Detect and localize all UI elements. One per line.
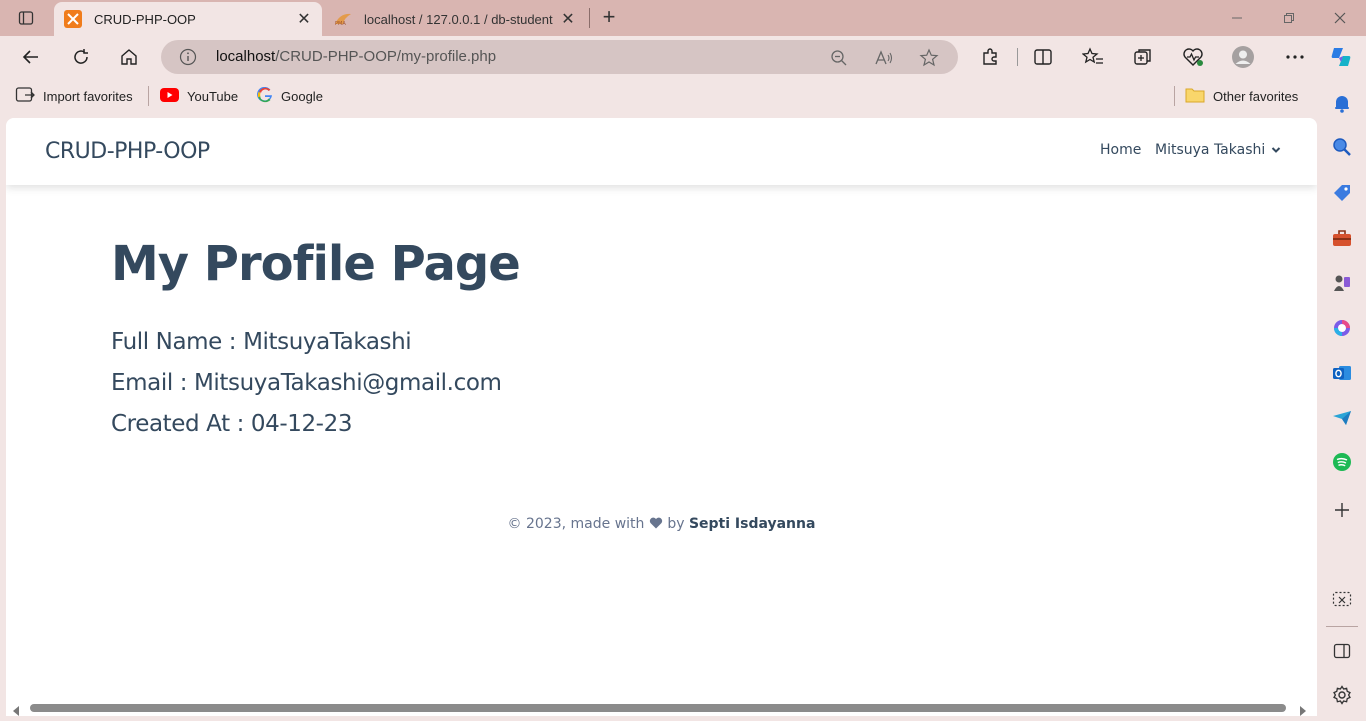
screenshot-icon[interactable] bbox=[1330, 588, 1354, 612]
folder-icon bbox=[1185, 87, 1205, 106]
collections-icon[interactable] bbox=[1130, 44, 1156, 70]
footer-by: by bbox=[667, 516, 685, 532]
notifications-icon[interactable] bbox=[1330, 91, 1354, 115]
profile-full-name: Full Name : MitsuyaTakashi bbox=[111, 329, 412, 355]
more-options-icon[interactable] bbox=[1282, 44, 1308, 70]
favorites-icon[interactable] bbox=[1080, 44, 1106, 70]
fav-import[interactable]: Import favorites bbox=[15, 86, 133, 106]
page-viewport: CRUD-PHP-OOP Home Mitsuya Takashi My Pro… bbox=[6, 118, 1317, 715]
tools-icon[interactable] bbox=[1330, 226, 1354, 250]
scroll-right-icon[interactable] bbox=[1299, 703, 1307, 721]
drop-send-icon[interactable] bbox=[1330, 406, 1354, 430]
fav-youtube[interactable]: YouTube bbox=[160, 86, 238, 106]
address-bar[interactable]: localhost/CRUD-PHP-OOP/my-profile.php bbox=[161, 40, 958, 74]
tab-phpmyadmin[interactable]: PMA localhost / 127.0.0.1 / db-student ✕ bbox=[324, 2, 586, 36]
fav-label: Import favorites bbox=[43, 88, 133, 104]
tab-separator bbox=[589, 8, 590, 28]
close-tab-icon[interactable]: ✕ bbox=[560, 9, 576, 29]
fav-label: Google bbox=[281, 88, 323, 104]
fav-other-favorites[interactable]: Other favorites bbox=[1185, 86, 1298, 106]
site-navbar: CRUD-PHP-OOP Home Mitsuya Takashi bbox=[6, 118, 1317, 185]
youtube-icon bbox=[160, 87, 179, 105]
chevron-down-icon bbox=[1271, 142, 1281, 158]
sidebar-divider bbox=[1326, 626, 1358, 627]
favorites-separator bbox=[1174, 86, 1175, 106]
nav-home-link[interactable]: Home bbox=[1100, 142, 1141, 158]
tab-title: CRUD-PHP-OOP bbox=[94, 11, 196, 27]
microsoft365-icon[interactable] bbox=[1330, 316, 1354, 340]
minimize-icon[interactable] bbox=[1214, 4, 1260, 32]
close-tab-icon[interactable]: ✕ bbox=[296, 9, 312, 29]
profile-avatar-icon[interactable] bbox=[1230, 44, 1256, 70]
home-icon[interactable] bbox=[113, 42, 145, 72]
spotify-icon[interactable] bbox=[1330, 450, 1354, 474]
fav-label: Other favorites bbox=[1213, 88, 1299, 104]
footer-author-link[interactable]: Septi Isdayanna bbox=[689, 516, 816, 532]
tab-actions-icon[interactable] bbox=[12, 6, 40, 30]
import-icon bbox=[15, 86, 35, 107]
scrollbar-thumb[interactable] bbox=[30, 704, 1286, 712]
toolbar: localhost/CRUD-PHP-OOP/my-profile.php bbox=[0, 36, 1366, 78]
read-aloud-icon[interactable] bbox=[873, 47, 895, 69]
tab-title: localhost / 127.0.0.1 / db-student bbox=[364, 11, 553, 27]
scroll-left-icon[interactable] bbox=[12, 703, 20, 721]
browser-essentials-icon[interactable] bbox=[1180, 44, 1206, 70]
footer-copyright: © 2023, made with bbox=[507, 516, 645, 532]
profile-email: Email : MitsuyaTakashi@gmail.com bbox=[111, 370, 502, 396]
split-screen-icon[interactable] bbox=[1030, 44, 1056, 70]
tab-crud-php-oop[interactable]: CRUD-PHP-OOP ✕ bbox=[54, 2, 322, 36]
add-sidebar-app-icon[interactable] bbox=[1330, 498, 1354, 522]
favorites-separator bbox=[148, 86, 149, 106]
page-title: My Profile Page bbox=[111, 236, 521, 292]
svg-text:PMA: PMA bbox=[335, 21, 346, 26]
hide-sidebar-icon[interactable] bbox=[1330, 639, 1354, 663]
phpmyadmin-icon: PMA bbox=[334, 10, 352, 28]
site-info-icon[interactable] bbox=[179, 48, 197, 71]
zoom-out-icon[interactable] bbox=[828, 47, 850, 69]
extensions-icon[interactable] bbox=[977, 44, 1003, 70]
site-brand[interactable]: CRUD-PHP-OOP bbox=[45, 139, 210, 164]
tab-strip: CRUD-PHP-OOP ✕ PMA localhost / 127.0.0.1… bbox=[0, 0, 1366, 36]
user-name: Mitsuya Takashi bbox=[1155, 142, 1266, 158]
favorite-star-icon[interactable] bbox=[918, 47, 940, 69]
shopping-icon[interactable] bbox=[1330, 181, 1354, 205]
url-text: localhost/CRUD-PHP-OOP/my-profile.php bbox=[216, 48, 497, 65]
back-icon[interactable] bbox=[15, 42, 47, 72]
profile-created-at: Created At : 04-12-23 bbox=[111, 411, 353, 437]
toolbar-separator bbox=[1017, 48, 1018, 66]
new-tab-icon[interactable]: + bbox=[596, 6, 622, 30]
fav-google[interactable]: Google bbox=[257, 86, 323, 106]
favorites-bar: Import favorites YouTube Google Other fa… bbox=[0, 80, 1316, 112]
heart-icon bbox=[649, 516, 663, 532]
outlook-icon[interactable] bbox=[1330, 361, 1354, 385]
edge-sidebar bbox=[1318, 36, 1366, 721]
games-icon[interactable] bbox=[1330, 271, 1354, 295]
restore-icon[interactable] bbox=[1266, 4, 1312, 32]
close-window-icon[interactable] bbox=[1317, 4, 1363, 32]
site-footer: © 2023, made with by Septi Isdayanna bbox=[6, 516, 1317, 532]
xampp-icon bbox=[64, 10, 82, 28]
google-icon bbox=[257, 86, 273, 106]
settings-gear-icon[interactable] bbox=[1330, 683, 1354, 707]
fav-label: YouTube bbox=[187, 88, 239, 104]
refresh-icon[interactable] bbox=[65, 42, 97, 72]
search-icon[interactable] bbox=[1330, 135, 1354, 159]
horizontal-scrollbar[interactable] bbox=[6, 700, 1317, 716]
user-dropdown[interactable]: Mitsuya Takashi bbox=[1155, 142, 1281, 158]
